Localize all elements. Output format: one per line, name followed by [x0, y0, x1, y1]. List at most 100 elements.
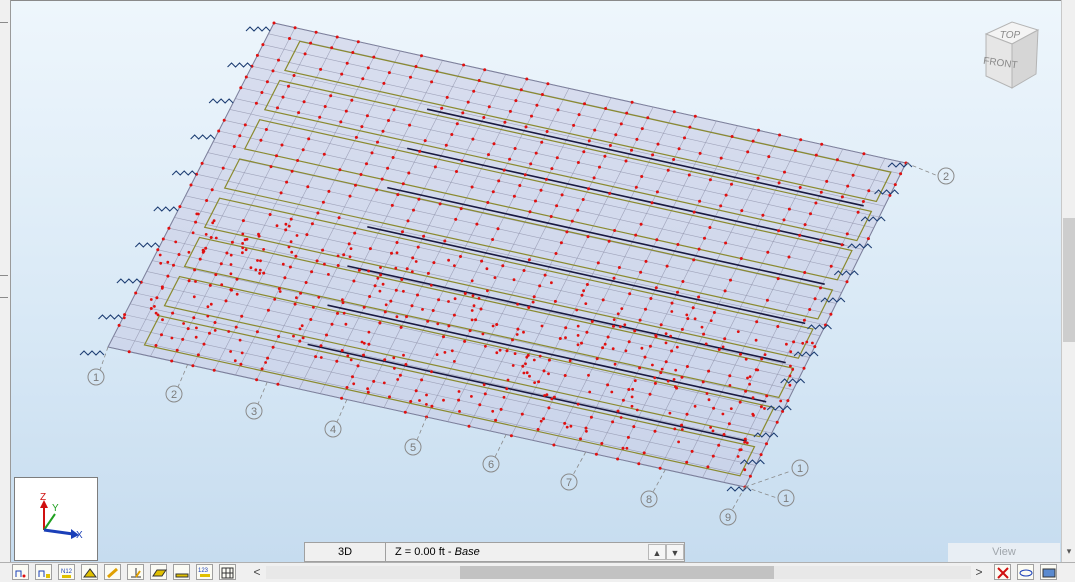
- node[interactable]: [405, 267, 409, 271]
- node[interactable]: [777, 229, 781, 233]
- node[interactable]: [198, 257, 202, 261]
- node[interactable]: [205, 199, 209, 202]
- node[interactable]: [266, 308, 270, 312]
- node[interactable]: [803, 223, 807, 227]
- node[interactable]: [813, 297, 817, 301]
- node[interactable]: [360, 340, 364, 344]
- node[interactable]: [201, 251, 205, 254]
- node[interactable]: [677, 147, 681, 151]
- node[interactable]: [470, 318, 474, 322]
- node[interactable]: [240, 351, 244, 355]
- node[interactable]: [340, 396, 344, 400]
- node[interactable]: [394, 288, 398, 292]
- node[interactable]: [619, 325, 622, 329]
- node[interactable]: [290, 250, 294, 254]
- node[interactable]: [711, 429, 715, 433]
- node[interactable]: [123, 313, 127, 317]
- node[interactable]: [705, 392, 709, 395]
- node[interactable]: [305, 233, 309, 237]
- link-button[interactable]: [1017, 564, 1034, 580]
- node[interactable]: [666, 379, 670, 383]
- node[interactable]: [390, 203, 394, 207]
- node[interactable]: [354, 135, 358, 139]
- node[interactable]: [335, 359, 339, 363]
- node[interactable]: [767, 155, 771, 159]
- node[interactable]: [402, 289, 405, 293]
- node[interactable]: [639, 222, 643, 226]
- node[interactable]: [798, 186, 802, 189]
- node[interactable]: [166, 274, 170, 278]
- node[interactable]: [177, 253, 181, 256]
- node[interactable]: [653, 429, 657, 433]
- node[interactable]: [593, 128, 597, 132]
- node[interactable]: [765, 394, 769, 398]
- node[interactable]: [516, 327, 520, 331]
- node[interactable]: [658, 466, 662, 470]
- node[interactable]: [700, 325, 704, 329]
- node[interactable]: [719, 204, 723, 208]
- node[interactable]: [746, 376, 749, 380]
- supports-button[interactable]: [81, 564, 98, 580]
- node[interactable]: [739, 448, 743, 451]
- node[interactable]: [651, 363, 654, 367]
- node[interactable]: [763, 353, 767, 356]
- node[interactable]: [254, 268, 258, 272]
- node[interactable]: [751, 412, 755, 416]
- node[interactable]: [194, 280, 197, 283]
- node[interactable]: [450, 133, 454, 136]
- node[interactable]: [349, 247, 353, 251]
- node[interactable]: [654, 335, 658, 338]
- node[interactable]: [454, 217, 458, 221]
- node[interactable]: [799, 138, 803, 142]
- node[interactable]: [704, 342, 708, 346]
- node[interactable]: [493, 276, 497, 279]
- node[interactable]: [899, 172, 903, 176]
- node[interactable]: [458, 410, 461, 413]
- node[interactable]: [472, 89, 476, 93]
- node[interactable]: [702, 332, 706, 336]
- node[interactable]: [470, 309, 474, 312]
- node[interactable]: [376, 140, 379, 144]
- node[interactable]: [538, 354, 542, 358]
- grid-bubble-9[interactable]: 9: [719, 508, 737, 526]
- node[interactable]: [798, 233, 802, 237]
- node[interactable]: [345, 61, 349, 65]
- node[interactable]: [309, 318, 313, 321]
- node[interactable]: [214, 273, 218, 277]
- node[interactable]: [748, 474, 752, 478]
- node[interactable]: [450, 349, 454, 353]
- node[interactable]: [200, 161, 204, 165]
- node[interactable]: [210, 188, 214, 192]
- node[interactable]: [586, 235, 590, 239]
- node[interactable]: [440, 106, 444, 110]
- node[interactable]: [612, 324, 615, 328]
- node[interactable]: [614, 133, 618, 137]
- node[interactable]: [281, 262, 285, 266]
- node[interactable]: [182, 322, 186, 325]
- node[interactable]: [664, 341, 668, 345]
- node[interactable]: [403, 410, 407, 414]
- node[interactable]: [606, 335, 610, 339]
- node[interactable]: [225, 251, 229, 255]
- node[interactable]: [386, 166, 390, 170]
- structure-scene[interactable]: 1 2 3 4 5 6 7 8 9 2 1 1: [11, 1, 1061, 563]
- node[interactable]: [292, 74, 296, 77]
- node[interactable]: [564, 326, 568, 330]
- node[interactable]: [587, 187, 591, 191]
- node[interactable]: [577, 113, 581, 117]
- node[interactable]: [621, 398, 625, 402]
- node[interactable]: [782, 218, 786, 222]
- node[interactable]: [395, 315, 399, 319]
- node[interactable]: [640, 346, 644, 350]
- node[interactable]: [271, 69, 275, 73]
- node[interactable]: [820, 142, 824, 146]
- node[interactable]: [724, 193, 728, 197]
- node[interactable]: [698, 199, 702, 203]
- node[interactable]: [693, 404, 697, 408]
- node[interactable]: [235, 277, 239, 281]
- node[interactable]: [260, 91, 264, 94]
- node[interactable]: [395, 251, 399, 255]
- node[interactable]: [213, 321, 217, 324]
- node[interactable]: [431, 309, 435, 312]
- node[interactable]: [803, 271, 807, 274]
